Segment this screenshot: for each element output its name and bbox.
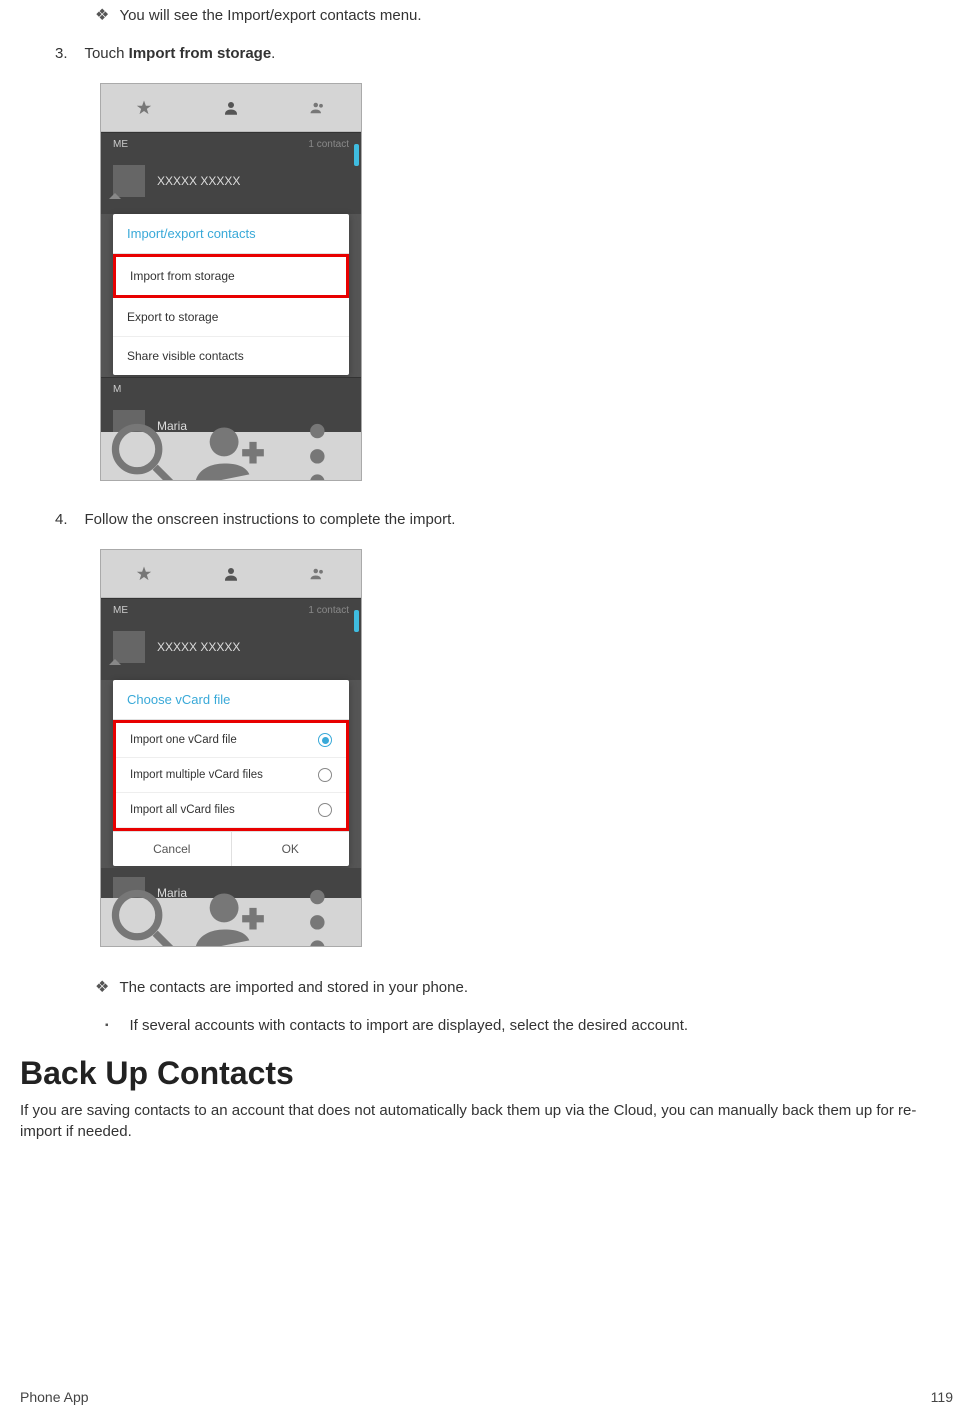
step-number: 3. xyxy=(55,45,80,62)
note-bullet: ❖ The contacts are imported and stored i… xyxy=(20,977,953,997)
note-bullet: ❖ You will see the Import/export contact… xyxy=(20,5,953,25)
popup-item-share-visible[interactable]: Share visible contacts xyxy=(113,337,349,375)
footer-page-number: 119 xyxy=(931,1389,953,1405)
step-3: 3. Touch Import from storage. xyxy=(20,45,953,63)
section-label: ME xyxy=(113,139,128,150)
diamond-marker: ❖ xyxy=(95,5,115,25)
section-label: M xyxy=(113,384,121,395)
phone-screen: ME 1 contact XXXXX XXXXX Import/export c… xyxy=(101,84,361,480)
star-icon xyxy=(135,99,153,117)
popup-title: Choose vCard file xyxy=(113,680,349,720)
add-person-icon xyxy=(188,413,275,480)
step-text-prefix: Touch xyxy=(84,45,128,62)
vcard-option-multiple[interactable]: Import multiple vCard files xyxy=(116,758,346,793)
cancel-button[interactable]: Cancel xyxy=(113,832,232,866)
section-header-me: ME 1 contact xyxy=(101,598,361,622)
note-text: You will see the Import/export contacts … xyxy=(119,7,421,24)
sub-note-text: If several accounts with contacts to imp… xyxy=(129,1017,688,1034)
radio-icon xyxy=(318,768,332,782)
step-4: 4. Follow the onscreen instructions to c… xyxy=(20,511,953,529)
avatar xyxy=(113,165,145,197)
scroll-indicator xyxy=(354,144,359,166)
phone-bottombar xyxy=(101,432,361,480)
person-icon xyxy=(222,99,240,117)
diamond-marker: ❖ xyxy=(95,977,115,997)
step-text-suffix: . xyxy=(271,45,275,62)
note-text: The contacts are imported and stored in … xyxy=(119,979,468,996)
sub-note-bullet: ▪ If several accounts with contacts to i… xyxy=(20,1017,953,1035)
square-marker: ▪ xyxy=(105,1020,125,1031)
step-number: 4. xyxy=(55,511,80,528)
add-person-icon xyxy=(188,879,275,946)
footer-left: Phone App xyxy=(20,1389,89,1405)
contact-name: XXXXX XXXXX xyxy=(157,174,240,188)
popup-buttons: Cancel OK xyxy=(113,831,349,866)
popup-item-export-storage[interactable]: Export to storage xyxy=(113,298,349,337)
import-export-popup: Import/export contacts Import from stora… xyxy=(113,214,349,375)
section-header-m: M xyxy=(101,377,361,401)
popup-item-import-storage[interactable]: Import from storage xyxy=(113,254,349,298)
contact-row: XXXXX XXXXX xyxy=(101,156,361,206)
phone-bottombar xyxy=(101,898,361,946)
vcard-options-highlight: Import one vCard file Import multiple vC… xyxy=(113,720,349,831)
search-icon xyxy=(101,413,188,480)
phone-screen: ME 1 contact XXXXX XXXXX Choose vCard fi… xyxy=(101,550,361,946)
vcard-option-one[interactable]: Import one vCard file xyxy=(116,723,346,758)
section-header-me: ME 1 contact xyxy=(101,132,361,156)
section-count: 1 contact xyxy=(308,605,349,616)
choose-vcard-popup: Choose vCard file Import one vCard file … xyxy=(113,680,349,866)
phone-topbar xyxy=(101,84,361,132)
phone-topbar xyxy=(101,550,361,598)
step-text: Follow the onscreen instructions to comp… xyxy=(84,511,455,528)
section-label: ME xyxy=(113,605,128,616)
group-icon xyxy=(309,99,327,117)
scroll-indicator xyxy=(354,610,359,632)
menu-dots-icon xyxy=(274,413,361,480)
step-text-bold: Import from storage xyxy=(129,45,272,62)
menu-dots-icon xyxy=(274,879,361,946)
contact-name: XXXXX XXXXX xyxy=(157,640,240,654)
screenshot-choose-vcard: ME 1 contact XXXXX XXXXX Choose vCard fi… xyxy=(100,549,362,947)
section-description: If you are saving contacts to an account… xyxy=(20,1100,953,1142)
radio-icon xyxy=(318,803,332,817)
search-icon xyxy=(101,879,188,946)
person-icon xyxy=(222,565,240,583)
option-label: Import all vCard files xyxy=(130,804,235,816)
section-heading: Back Up Contacts xyxy=(20,1055,953,1092)
page-footer: Phone App 119 xyxy=(20,1389,953,1405)
star-icon xyxy=(135,565,153,583)
ok-button[interactable]: OK xyxy=(232,832,350,866)
radio-checked-icon xyxy=(318,733,332,747)
screenshot-import-export: ME 1 contact XXXXX XXXXX Import/export c… xyxy=(100,83,362,481)
avatar xyxy=(113,631,145,663)
popup-title: Import/export contacts xyxy=(113,214,349,254)
option-label: Import multiple vCard files xyxy=(130,769,263,781)
option-label: Import one vCard file xyxy=(130,734,237,746)
vcard-option-all[interactable]: Import all vCard files xyxy=(116,793,346,828)
contact-row: XXXXX XXXXX xyxy=(101,622,361,672)
section-count: 1 contact xyxy=(308,139,349,150)
group-icon xyxy=(309,565,327,583)
